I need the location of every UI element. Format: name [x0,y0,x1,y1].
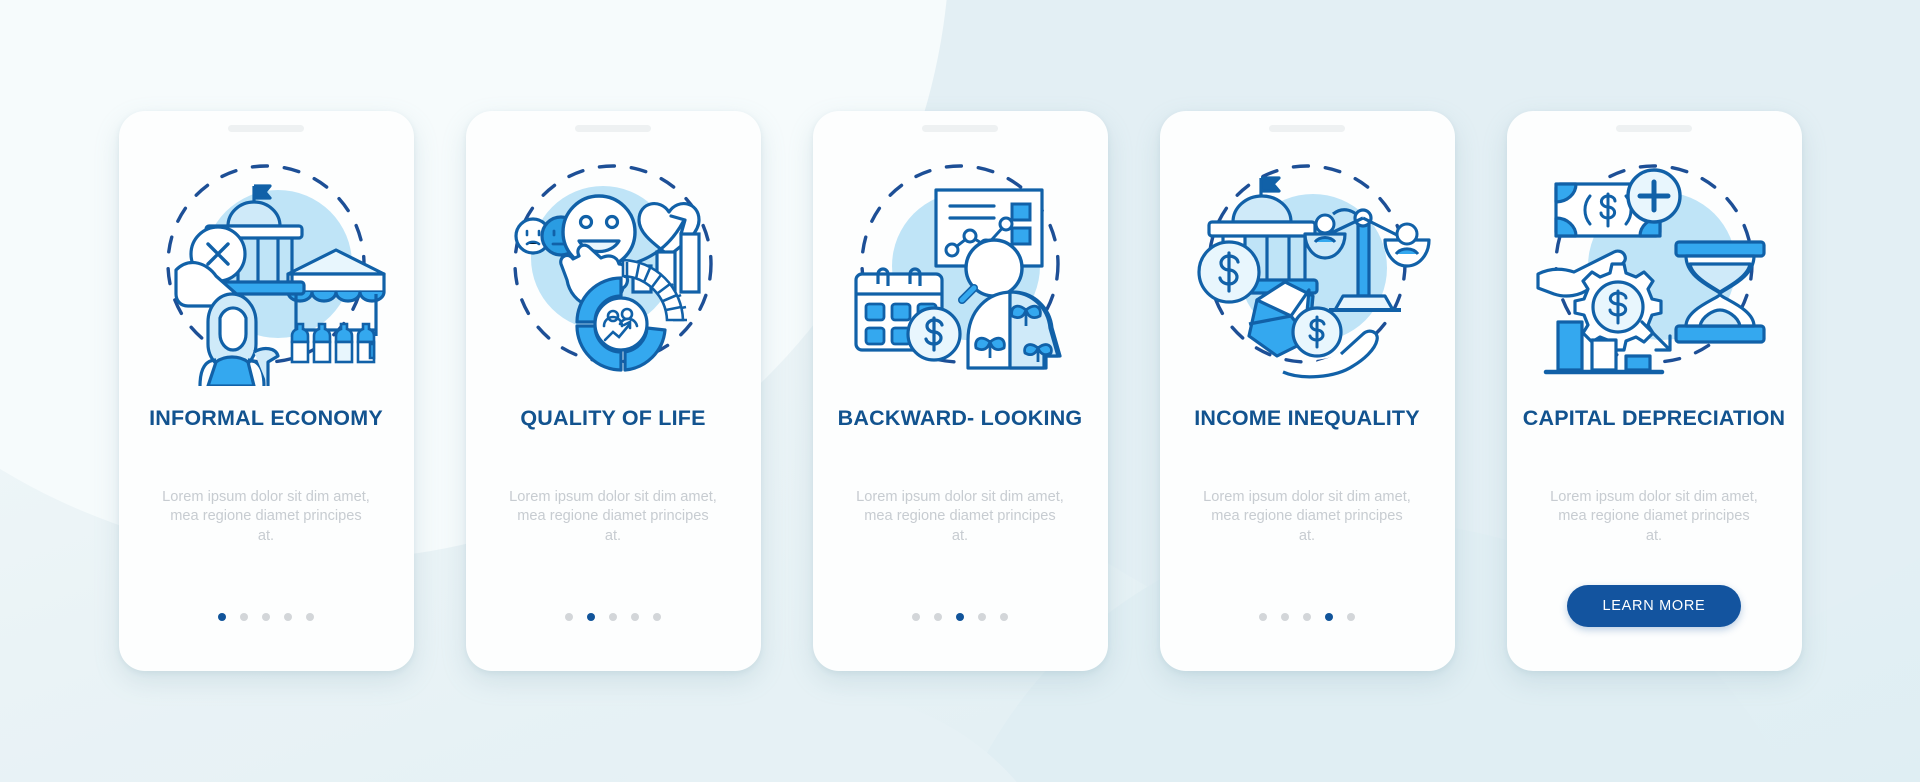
pagination-dots[interactable] [1259,613,1355,621]
page-title: INFORMAL ECONOMY [149,406,383,430]
informal-economy-illustration [142,146,390,386]
backward-looking-illustration [836,146,1084,386]
page-title: BACKWARD- LOOKING [837,406,1083,430]
pagination-dot[interactable] [1281,613,1289,621]
screen-description: Lorem ipsum dolor sit dim amet, mea regi… [162,489,370,544]
pagination-dot[interactable] [1325,613,1333,621]
pagination-dot[interactable] [956,613,964,621]
pagination-dot[interactable] [653,613,661,621]
pagination-dot[interactable] [1000,613,1008,621]
learn-more-button[interactable]: LEARN MORE [1566,585,1742,627]
phone-speaker-notch [575,125,651,132]
pagination-dots[interactable] [218,613,314,621]
phone-speaker-notch [922,125,998,132]
pagination-dot[interactable] [1303,613,1311,621]
page-title: CAPITAL DEPRECIATION [1522,406,1786,430]
pagination-dot[interactable] [240,613,248,621]
phone-speaker-notch [1269,125,1345,132]
income-inequality-illustration [1183,146,1431,386]
pagination-dot[interactable] [1259,613,1267,621]
pagination-dot[interactable] [978,613,986,621]
pagination-dot[interactable] [609,613,617,621]
onboarding-screen-backward-looking: BACKWARD- LOOKING Lorem ipsum dolor sit … [812,111,1108,671]
pagination-dot[interactable] [1347,613,1355,621]
pagination-dot[interactable] [306,613,314,621]
screen-description: Lorem ipsum dolor sit dim amet, mea regi… [856,489,1064,544]
pagination-dots[interactable] [912,613,1008,621]
capital-depreciation-illustration [1530,146,1778,386]
pagination-dot[interactable] [934,613,942,621]
screen-description: Lorem ipsum dolor sit dim amet, mea regi… [1203,489,1411,544]
onboarding-screen-informal-economy: INFORMAL ECONOMY Lorem ipsum dolor sit d… [118,111,414,671]
screen-description: Lorem ipsum dolor sit dim amet, mea regi… [1550,489,1758,544]
quality-of-life-illustration [489,146,737,386]
pagination-dot[interactable] [262,613,270,621]
pagination-dot[interactable] [912,613,920,621]
pagination-dot[interactable] [218,613,226,621]
pagination-dot[interactable] [565,613,573,621]
phone-speaker-notch [1616,125,1692,132]
page-title: QUALITY OF LIFE [520,406,706,430]
screen-description: Lorem ipsum dolor sit dim amet, mea regi… [509,489,717,544]
onboarding-screen-capital-depreciation: CAPITAL DEPRECIATION Lorem ipsum dolor s… [1506,111,1802,671]
pagination-dot[interactable] [631,613,639,621]
phone-speaker-notch [228,125,304,132]
onboarding-screens-deck: INFORMAL ECONOMY Lorem ipsum dolor sit d… [0,0,1920,782]
pagination-dot[interactable] [284,613,292,621]
page-title: INCOME INEQUALITY [1194,406,1420,430]
onboarding-screen-income-inequality: INCOME INEQUALITY Lorem ipsum dolor sit … [1159,111,1455,671]
onboarding-screen-quality-of-life: QUALITY OF LIFE Lorem ipsum dolor sit di… [465,111,761,671]
pagination-dots[interactable] [565,613,661,621]
pagination-dot[interactable] [587,613,595,621]
